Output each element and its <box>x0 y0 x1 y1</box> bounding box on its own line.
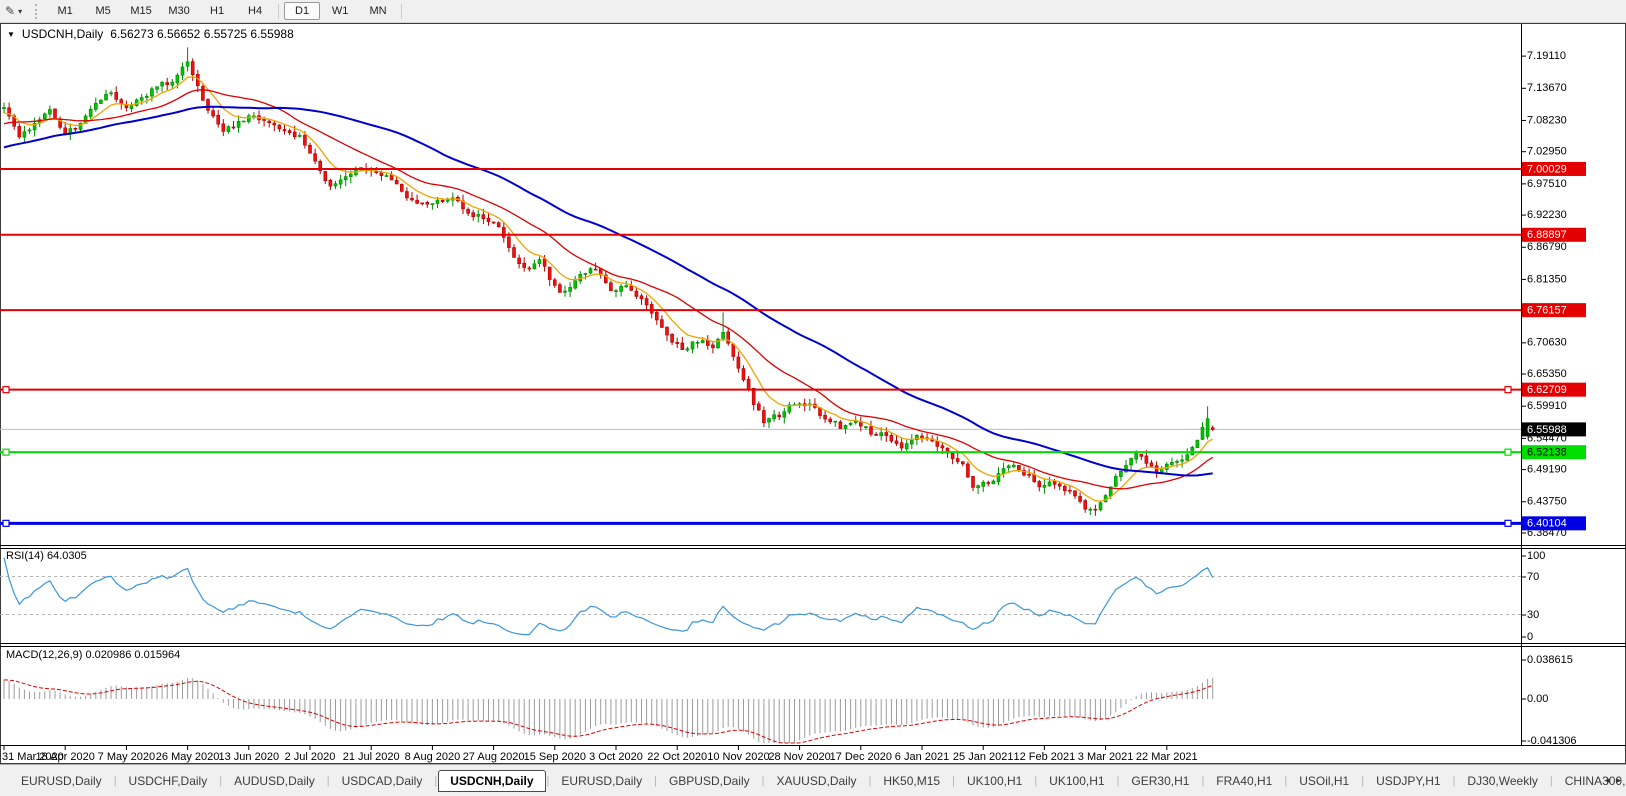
svg-text:18 Apr 2020: 18 Apr 2020 <box>36 751 95 763</box>
chart-tab-15-dj30-weekly[interactable]: DJ30,Weekly <box>1456 771 1548 791</box>
line-handle[interactable] <box>1505 387 1511 393</box>
svg-text:15 Sep 2020: 15 Sep 2020 <box>524 751 586 763</box>
svg-text:8 Aug 2020: 8 Aug 2020 <box>405 751 461 763</box>
toolbar-separator <box>401 4 402 19</box>
svg-text:6.59910: 6.59910 <box>1527 400 1567 412</box>
svg-text:0.038615: 0.038615 <box>1527 654 1573 666</box>
timeframe-toolbar: ✎ ▾ M1M5M15M30H1H4 D1W1MN <box>0 0 1626 23</box>
chart-tab-12-fra40-h1[interactable]: FRA40,H1 <box>1205 771 1283 791</box>
tab-scroll-arrows: ◂▸ <box>1605 775 1621 786</box>
chart-tab-9-uk100-h1[interactable]: UK100,H1 <box>956 771 1033 791</box>
line-handle[interactable] <box>3 387 9 393</box>
toolbar-grip-handle[interactable] <box>35 4 40 19</box>
timeframe-button-w1[interactable]: W1 <box>322 2 358 20</box>
svg-text:7.02950: 7.02950 <box>1527 146 1567 158</box>
timeframe-button-m30[interactable]: M30 <box>161 2 197 20</box>
chart-tab-11-ger30-h1[interactable]: GER30,H1 <box>1120 771 1200 791</box>
svg-text:27 Aug 2020: 27 Aug 2020 <box>463 751 525 763</box>
chart-title: ▼ USDCNH,Daily 6.56273 6.56652 6.55725 6… <box>7 27 294 41</box>
svg-text:6.76157: 6.76157 <box>1527 305 1567 317</box>
svg-text:0.00: 0.00 <box>1527 693 1548 705</box>
line-handle[interactable] <box>1505 520 1511 526</box>
chart-tab-7-xauusd-daily[interactable]: XAUUSD,Daily <box>766 771 868 791</box>
triangle-down-icon[interactable]: ▼ <box>7 30 15 39</box>
svg-text:70: 70 <box>1527 571 1539 583</box>
svg-text:6.97510: 6.97510 <box>1527 178 1567 190</box>
svg-text:26 May 2020: 26 May 2020 <box>156 751 220 763</box>
timeframe-button-h4[interactable]: H4 <box>237 2 273 20</box>
svg-text:6.65350: 6.65350 <box>1527 368 1567 380</box>
draw-tool-icon[interactable]: ✎ <box>5 5 15 17</box>
svg-text:6.92230: 6.92230 <box>1527 209 1567 221</box>
svg-text:7.00029: 7.00029 <box>1527 163 1567 175</box>
svg-text:22 Mar 2021: 22 Mar 2021 <box>1136 751 1198 763</box>
rsi-indicator-label: RSI(14) 64.0305 <box>6 550 87 562</box>
price-chart-canvas[interactable]: 7.19110 7.13670 7.08230 7.02950 6.97510 6.922… <box>0 0 1626 764</box>
chart-tab-3-usdcad-daily[interactable]: USDCAD,Daily <box>331 771 434 791</box>
chart-tab-8-hk50-m15[interactable]: HK50,M15 <box>872 771 951 791</box>
macd-indicator-label: MACD(12,26,9) 0.020986 0.015964 <box>6 649 180 661</box>
svg-text:10 Nov 2020: 10 Nov 2020 <box>707 751 769 763</box>
chart-ohlc-values: 6.56273 6.56652 6.55725 6.55988 <box>110 27 294 41</box>
svg-text:2 Jul 2020: 2 Jul 2020 <box>285 751 336 763</box>
svg-text:6.55988: 6.55988 <box>1527 424 1567 436</box>
chevron-left-icon[interactable]: ◂ <box>1605 775 1610 786</box>
chart-tabs-bar: EURUSD,Daily|USDCHF,Daily|AUDUSD,Daily|U… <box>0 764 1626 796</box>
chart-tab-4-usdcnh-daily[interactable]: USDCNH,Daily <box>438 770 545 792</box>
chart-tab-5-eurusd-daily[interactable]: EURUSD,Daily <box>550 771 653 791</box>
timeframe-button-mn[interactable]: MN <box>360 2 396 20</box>
svg-text:25 Jan 2021: 25 Jan 2021 <box>953 751 1014 763</box>
svg-text:17 Dec 2020: 17 Dec 2020 <box>830 751 892 763</box>
svg-text:6.88897: 6.88897 <box>1527 229 1567 241</box>
svg-text:7.13670: 7.13670 <box>1527 82 1567 94</box>
svg-text:28 Nov 2020: 28 Nov 2020 <box>768 751 830 763</box>
chart-symbol-label: USDCNH,Daily <box>22 27 103 41</box>
svg-text:7 May 2020: 7 May 2020 <box>98 751 155 763</box>
chevron-right-icon[interactable]: ▸ <box>1616 775 1621 786</box>
chart-tab-0-eurusd-daily[interactable]: EURUSD,Daily <box>10 771 113 791</box>
svg-text:7.08230: 7.08230 <box>1527 114 1567 126</box>
svg-text:6.70630: 6.70630 <box>1527 337 1567 349</box>
chart-window[interactable]: 7.19110 7.13670 7.08230 7.02950 6.97510 6.922… <box>0 0 1626 764</box>
svg-text:12 Feb 2021: 12 Feb 2021 <box>1014 751 1076 763</box>
chart-tab-2-audusd-daily[interactable]: AUDUSD,Daily <box>223 771 326 791</box>
timeframe-button-h1[interactable]: H1 <box>199 2 235 20</box>
svg-text:6.86790: 6.86790 <box>1527 241 1567 253</box>
chart-tab-10-uk100-h1[interactable]: UK100,H1 <box>1038 771 1115 791</box>
timeframe-button-d1[interactable]: D1 <box>284 2 320 20</box>
svg-text:3 Mar 2021: 3 Mar 2021 <box>1078 751 1134 763</box>
draw-tool-group[interactable]: ✎ ▾ <box>0 5 27 17</box>
svg-text:6.43750: 6.43750 <box>1527 496 1567 508</box>
svg-text:6.40104: 6.40104 <box>1527 518 1567 530</box>
line-handle[interactable] <box>3 520 9 526</box>
svg-text:6.62709: 6.62709 <box>1527 384 1567 396</box>
timeframe-button-m1[interactable]: M1 <box>47 2 83 20</box>
chart-tab-6-gbpusd-daily[interactable]: GBPUSD,Daily <box>658 771 761 791</box>
svg-text:7.19110: 7.19110 <box>1527 50 1566 62</box>
toolbar-separator <box>278 4 279 19</box>
svg-text:100: 100 <box>1527 550 1545 562</box>
svg-text:6.52138: 6.52138 <box>1527 447 1567 459</box>
chart-tab-1-usdchf-daily[interactable]: USDCHF,Daily <box>118 771 219 791</box>
svg-text:13 Jun 2020: 13 Jun 2020 <box>219 751 280 763</box>
line-handle[interactable] <box>1505 449 1511 455</box>
svg-text:30: 30 <box>1527 609 1539 621</box>
timeframe-button-m5[interactable]: M5 <box>85 2 121 20</box>
svg-text:-0.041306: -0.041306 <box>1527 735 1577 747</box>
timeframe-button-m15[interactable]: M15 <box>123 2 159 20</box>
svg-text:6.81350: 6.81350 <box>1527 273 1567 285</box>
svg-text:3 Oct 2020: 3 Oct 2020 <box>589 751 643 763</box>
svg-text:6.49190: 6.49190 <box>1527 464 1567 476</box>
svg-text:21 Jul 2020: 21 Jul 2020 <box>343 751 400 763</box>
svg-text:0: 0 <box>1527 631 1533 643</box>
svg-text:22 Oct 2020: 22 Oct 2020 <box>647 751 707 763</box>
line-handle[interactable] <box>3 449 9 455</box>
svg-text:6 Jan 2021: 6 Jan 2021 <box>895 751 949 763</box>
chart-tab-13-usoil-h1[interactable]: USOil,H1 <box>1288 771 1360 791</box>
chevron-down-icon[interactable]: ▾ <box>18 7 22 16</box>
chart-tab-14-usdjpy-h1[interactable]: USDJPY,H1 <box>1365 771 1451 791</box>
